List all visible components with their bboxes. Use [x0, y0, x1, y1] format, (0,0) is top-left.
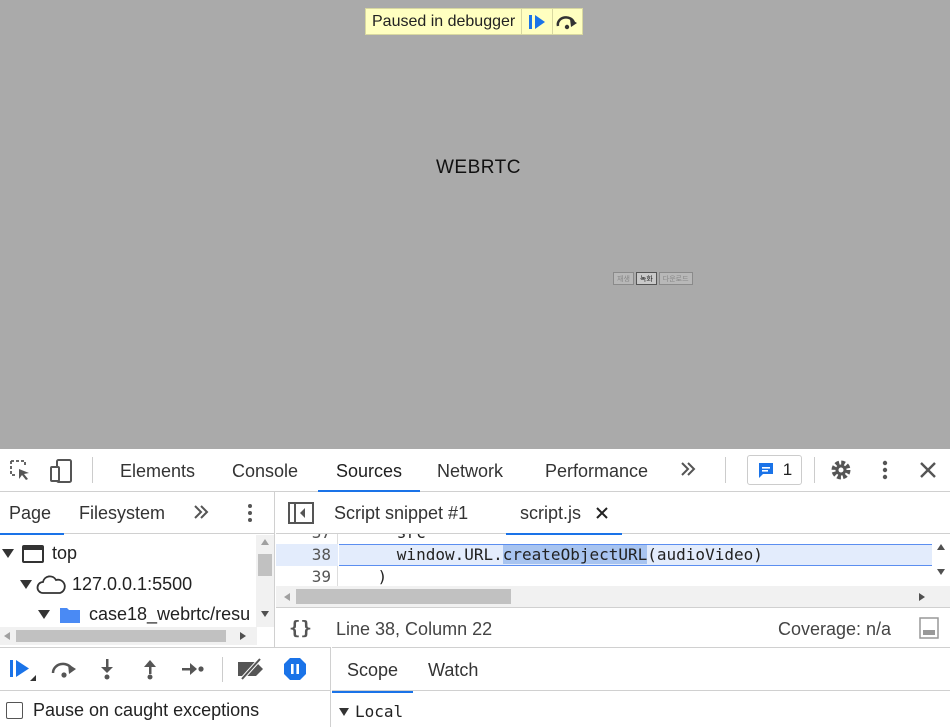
resume-icon	[528, 14, 545, 29]
toggle-navigator-icon[interactable]	[288, 502, 314, 529]
code-area[interactable]: 37 38 39 src window.URL.createObjectURL(…	[276, 534, 950, 586]
tab-watch[interactable]: Watch	[428, 648, 478, 693]
inspect-element-icon[interactable]	[8, 458, 32, 487]
page-heading: WEBRTC	[436, 157, 521, 178]
code-segment: window.URL.	[339, 545, 503, 564]
frame-icon	[22, 544, 44, 563]
more-options-icon[interactable]	[875, 458, 895, 487]
folder-icon	[60, 607, 80, 623]
coverage-toggle-icon[interactable]	[919, 617, 939, 644]
line-number[interactable]: 37	[312, 534, 331, 542]
step-over-icon	[556, 15, 578, 29]
tree-item-host[interactable]: 127.0.0.1:5500	[20, 574, 192, 595]
close-devtools-icon[interactable]	[918, 460, 938, 485]
debugger-toolbar	[0, 648, 330, 691]
editor-tabbar: Script snippet #1 script.js	[276, 492, 950, 535]
scope-local-label: Local	[355, 702, 404, 721]
divider	[222, 657, 223, 682]
expand-triangle-icon	[2, 549, 14, 558]
editor-horizontal-scrollbar[interactable]	[276, 586, 950, 607]
tab-sources[interactable]: Sources	[317, 449, 421, 492]
divider	[814, 457, 815, 483]
tree-item-label: top	[52, 543, 78, 563]
coverage-status: Coverage: n/a	[778, 619, 892, 639]
navigator-horizontal-scrollbar[interactable]	[0, 627, 257, 645]
navigator-vertical-scrollbar[interactable]	[256, 535, 274, 627]
selected-text: createObjectURL	[502, 545, 648, 564]
divider	[725, 457, 726, 483]
tree-item-folder[interactable]: case18_webrtc/resu	[38, 604, 254, 625]
tree-item-top[interactable]: top	[2, 543, 77, 564]
issue-message-icon	[758, 463, 773, 478]
navigator-menu-icon[interactable]	[240, 502, 260, 529]
step-into-icon[interactable]	[97, 657, 117, 686]
record-button[interactable]: 녹화	[635, 272, 657, 285]
code-line: )	[339, 567, 388, 586]
debugger-controls: Pause on caught exceptions	[0, 647, 331, 727]
resume-button[interactable]	[521, 9, 551, 34]
code-line-current: window.URL.createObjectURL(audioVideo)	[339, 545, 763, 564]
scrollbar-thumb[interactable]	[296, 589, 511, 604]
tab-script-js[interactable]: script.js	[505, 492, 623, 535]
scope-panel: Scope Watch Local	[331, 647, 950, 727]
devtools-tabbar: Elements Console Sources Network Perform…	[0, 449, 950, 492]
issues-count: 1	[782, 460, 793, 479]
divider	[92, 457, 93, 483]
device-toolbar-icon[interactable]	[49, 458, 75, 489]
scrollbar-thumb[interactable]	[258, 554, 272, 576]
pause-on-exceptions-icon[interactable]	[283, 657, 307, 686]
line-number[interactable]: 39	[312, 567, 331, 586]
scope-tabbar: Scope Watch	[331, 648, 950, 693]
page-controls: 재생 녹화 다운로드	[613, 272, 693, 285]
code-line: src	[339, 534, 426, 542]
step-over-icon[interactable]	[50, 657, 78, 686]
tab-performance[interactable]: Performance	[545, 449, 648, 492]
tab-filesystem[interactable]: Filesystem	[79, 492, 165, 535]
pause-on-caught-label: Pause on caught exceptions	[33, 700, 260, 720]
tab-script-snippet[interactable]: Script snippet #1	[334, 492, 468, 535]
tab-label: script.js	[520, 503, 582, 523]
tab-elements[interactable]: Elements	[120, 449, 195, 492]
source-editor: Script snippet #1 script.js 37 38 39 src…	[276, 492, 950, 647]
issues-badge[interactable]: 1	[747, 455, 802, 485]
tab-console[interactable]: Console	[232, 449, 298, 492]
editor-status-bar: {} Line 38, Column 22 Coverage: n/a	[276, 607, 950, 647]
expand-triangle-icon	[20, 580, 32, 589]
resume-script-icon[interactable]	[8, 657, 38, 688]
settings-gear-icon[interactable]	[829, 458, 853, 487]
step-icon[interactable]	[180, 657, 206, 686]
tab-network[interactable]: Network	[437, 449, 503, 492]
paused-banner-text: Paused in debugger	[372, 12, 516, 30]
more-navigator-tabs-icon[interactable]	[193, 504, 209, 525]
page-viewport: Paused in debugger WEBRTC 재생 녹화 다운로드	[0, 0, 950, 449]
scope-local-row[interactable]: Local	[339, 702, 403, 721]
line-number[interactable]: 38	[312, 545, 331, 564]
close-tab-icon[interactable]	[596, 507, 608, 519]
navigator-tabbar: Page Filesystem	[0, 492, 274, 535]
tree-item-label: 127.0.0.1:5500	[72, 574, 193, 594]
tree-item-label: case18_webrtc/resu	[89, 604, 251, 624]
expand-triangle-icon	[339, 707, 349, 716]
devtools-panel: Elements Console Sources Network Perform…	[0, 449, 950, 727]
tab-page[interactable]: Page	[0, 492, 65, 535]
expand-triangle-icon	[38, 610, 50, 619]
code-segment: (audioVideo)	[647, 545, 763, 564]
more-tabs-icon[interactable]	[679, 460, 697, 483]
download-button[interactable]: 다운로드	[658, 272, 693, 285]
play-button[interactable]: 재생	[613, 272, 634, 285]
pause-on-caught-checkbox[interactable]	[6, 702, 23, 719]
pretty-print-icon[interactable]: {}	[289, 617, 312, 639]
sources-navigator: Page Filesystem top 127.0.0.1:5500 case1…	[0, 492, 275, 647]
tab-scope[interactable]: Scope	[331, 648, 414, 693]
cloud-icon	[36, 575, 66, 594]
scrollbar-thumb[interactable]	[16, 630, 226, 642]
deactivate-breakpoints-icon[interactable]	[236, 657, 266, 686]
step-over-button[interactable]	[551, 9, 582, 34]
step-out-icon[interactable]	[140, 657, 160, 686]
editor-vertical-scrollbar[interactable]	[932, 534, 950, 586]
cursor-position: Line 38, Column 22	[336, 619, 493, 639]
paused-banner: Paused in debugger	[365, 8, 583, 35]
line-gutter: 37 38 39	[276, 534, 338, 586]
